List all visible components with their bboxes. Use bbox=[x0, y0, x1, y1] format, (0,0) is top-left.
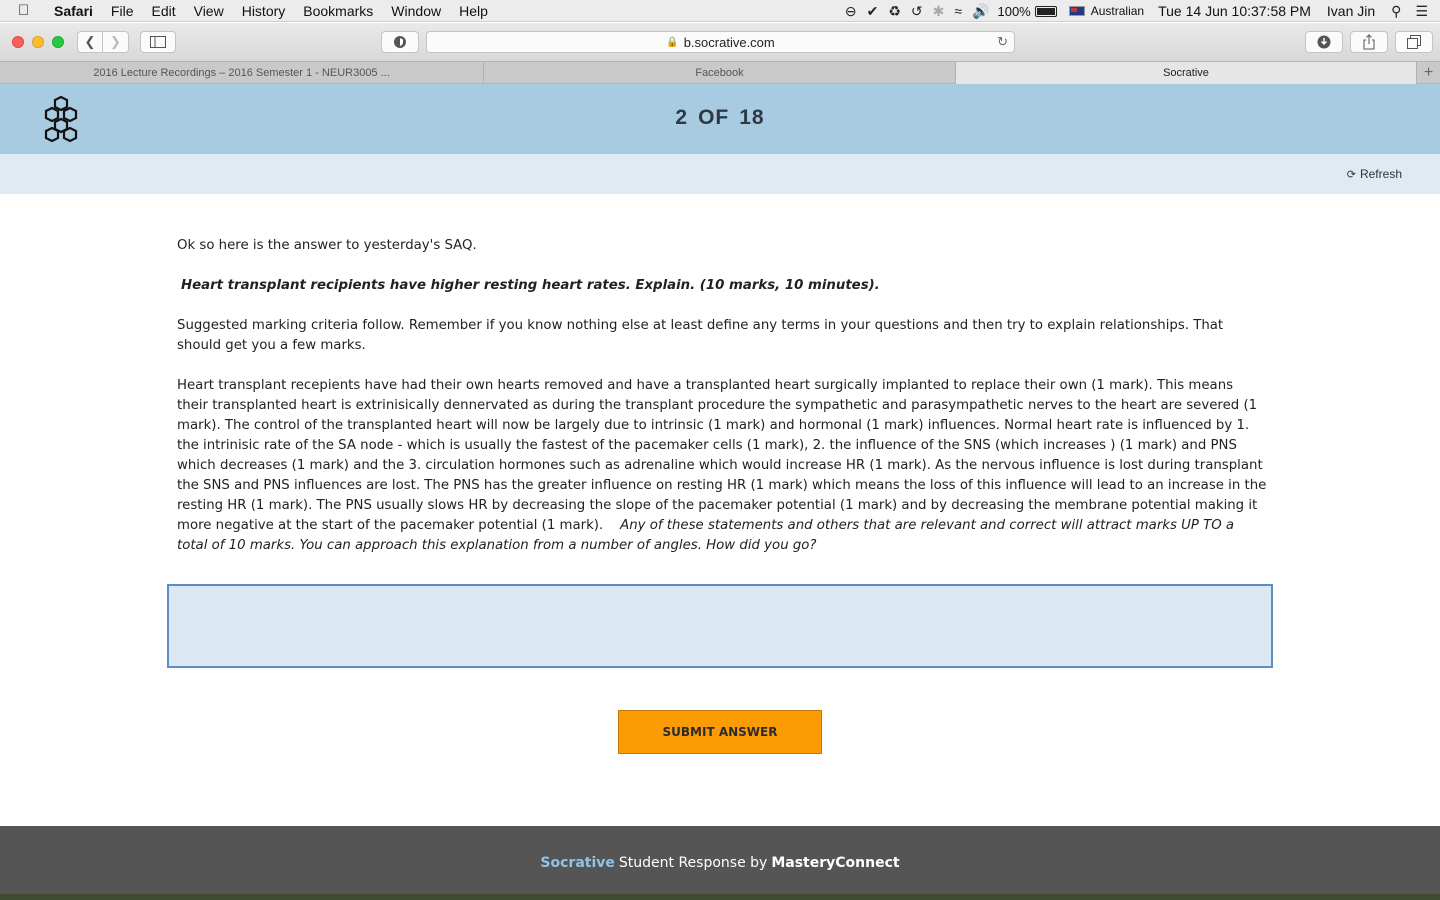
current-question-number: 2 bbox=[675, 106, 689, 129]
lock-icon: 🔒 bbox=[666, 36, 679, 48]
reload-icon[interactable]: ↻ bbox=[997, 34, 1008, 50]
apple-icon[interactable]:  bbox=[18, 2, 38, 19]
address-bar[interactable]: 🔒 b.socrative.com ↻ bbox=[426, 31, 1015, 53]
new-tab-button[interactable]: + bbox=[1417, 62, 1440, 84]
total-questions-number: 18 bbox=[739, 106, 765, 129]
refresh-label: Refresh bbox=[1359, 167, 1402, 181]
back-button[interactable]: ❮ bbox=[77, 31, 103, 53]
clock[interactable]: Tue 14 Jun 10:37:58 PM bbox=[1158, 3, 1311, 19]
checkmark-icon[interactable]: ✔ bbox=[867, 3, 879, 20]
menu-view[interactable]: View bbox=[194, 3, 224, 19]
plus-icon: + bbox=[1423, 64, 1434, 81]
browser-toolbar: ❮ ❯ 🔒 b.socrative.com ↻ bbox=[0, 23, 1440, 61]
chevron-left-icon: ❮ bbox=[84, 34, 96, 49]
close-window-button[interactable] bbox=[12, 36, 24, 48]
australian-flag-icon[interactable] bbox=[1068, 6, 1085, 16]
desktop-edge bbox=[0, 894, 1440, 900]
window-controls bbox=[12, 36, 72, 48]
status-area: ⊖ ✔ ♻ ↺ ✱ ≈ 🔊 100% Australian Tue 14 Jun… bbox=[835, 0, 1440, 22]
sidebar-icon bbox=[150, 36, 166, 48]
input-source-label[interactable]: Australian bbox=[1091, 4, 1144, 18]
url-text: b.socrative.com bbox=[683, 34, 775, 50]
menu-bar:  Safari File Edit View History Bookmark… bbox=[0, 0, 1440, 22]
sidebar-toggle-button[interactable] bbox=[140, 31, 176, 53]
privacy-button[interactable] bbox=[381, 31, 419, 53]
footer-tagline: Student Response by bbox=[618, 855, 768, 871]
download-icon bbox=[1317, 35, 1331, 49]
bluetooth-icon[interactable]: ✱ bbox=[933, 3, 945, 20]
tabs-icon bbox=[1407, 35, 1421, 49]
refresh-button[interactable]: ⟳ Refresh bbox=[1347, 167, 1402, 181]
question-text: Ok so here is the answer to yesterday's … bbox=[177, 236, 1267, 576]
shield-icon bbox=[394, 36, 406, 48]
tab-overview-button[interactable] bbox=[1395, 31, 1433, 53]
question-paragraph: Heart transplant recipients have higher … bbox=[181, 278, 880, 293]
action-bar: ⟳ Refresh bbox=[0, 154, 1440, 194]
user-name[interactable]: Ivan Jin bbox=[1327, 3, 1375, 19]
share-icon bbox=[1363, 34, 1375, 50]
answer-paragraph: Heart transplant recepients have had the… bbox=[177, 376, 1267, 556]
tab-lecture-recordings[interactable]: 2016 Lecture Recordings – 2016 Semester … bbox=[0, 62, 484, 84]
navigation-buttons: ❮ ❯ bbox=[77, 31, 129, 53]
minimize-window-button[interactable] bbox=[32, 36, 44, 48]
menu-file[interactable]: File bbox=[111, 3, 134, 19]
tab-facebook[interactable]: Facebook bbox=[484, 62, 956, 84]
do-not-disturb-icon[interactable]: ⊖ bbox=[845, 3, 857, 20]
footer: Socrative Student Response by MasteryCon… bbox=[0, 826, 1440, 900]
forward-button[interactable]: ❯ bbox=[103, 31, 129, 53]
intro-paragraph: Ok so here is the answer to yesterday's … bbox=[177, 238, 477, 253]
chevron-right-icon: ❯ bbox=[110, 34, 121, 49]
battery-icon[interactable] bbox=[1034, 5, 1057, 17]
menu-history[interactable]: History bbox=[242, 3, 286, 19]
refresh-icon: ⟳ bbox=[1346, 168, 1356, 181]
time-machine-icon[interactable]: ↺ bbox=[911, 3, 923, 20]
volume-icon[interactable]: 🔊 bbox=[972, 3, 989, 20]
menu-bookmarks[interactable]: Bookmarks bbox=[303, 3, 373, 19]
downloads-button[interactable] bbox=[1305, 31, 1343, 53]
submit-answer-button[interactable]: SUBMIT ANSWER bbox=[618, 710, 822, 754]
footer-company[interactable]: MasteryConnect bbox=[771, 855, 899, 871]
answer-input[interactable] bbox=[167, 584, 1273, 668]
answer-body: Heart transplant recepients have had the… bbox=[177, 378, 1267, 533]
fullscreen-window-button[interactable] bbox=[52, 36, 64, 48]
menu-help[interactable]: Help bbox=[459, 3, 488, 19]
share-button[interactable] bbox=[1350, 31, 1388, 53]
tab-bar: 2016 Lecture Recordings – 2016 Semester … bbox=[0, 61, 1440, 84]
battery-percent[interactable]: 100% bbox=[997, 4, 1030, 19]
menu-window[interactable]: Window bbox=[391, 3, 441, 19]
menu-app-name[interactable]: Safari bbox=[54, 3, 93, 19]
menu-edit[interactable]: Edit bbox=[151, 3, 175, 19]
notification-center-icon[interactable]: ☰ bbox=[1415, 3, 1428, 20]
criteria-paragraph: Suggested marking criteria follow. Remem… bbox=[177, 318, 1224, 353]
wifi-icon[interactable]: ≈ bbox=[954, 3, 962, 19]
progress-of-label: OF bbox=[698, 106, 730, 129]
spotlight-search-icon[interactable]: ⚲ bbox=[1391, 3, 1401, 20]
sync-icon[interactable]: ♻ bbox=[888, 3, 901, 20]
footer-brand[interactable]: Socrative bbox=[540, 855, 614, 871]
quiz-header: 2 OF 18 bbox=[0, 84, 1440, 154]
tab-socrative[interactable]: Socrative bbox=[956, 62, 1417, 84]
question-progress: 2 OF 18 bbox=[0, 84, 1440, 152]
